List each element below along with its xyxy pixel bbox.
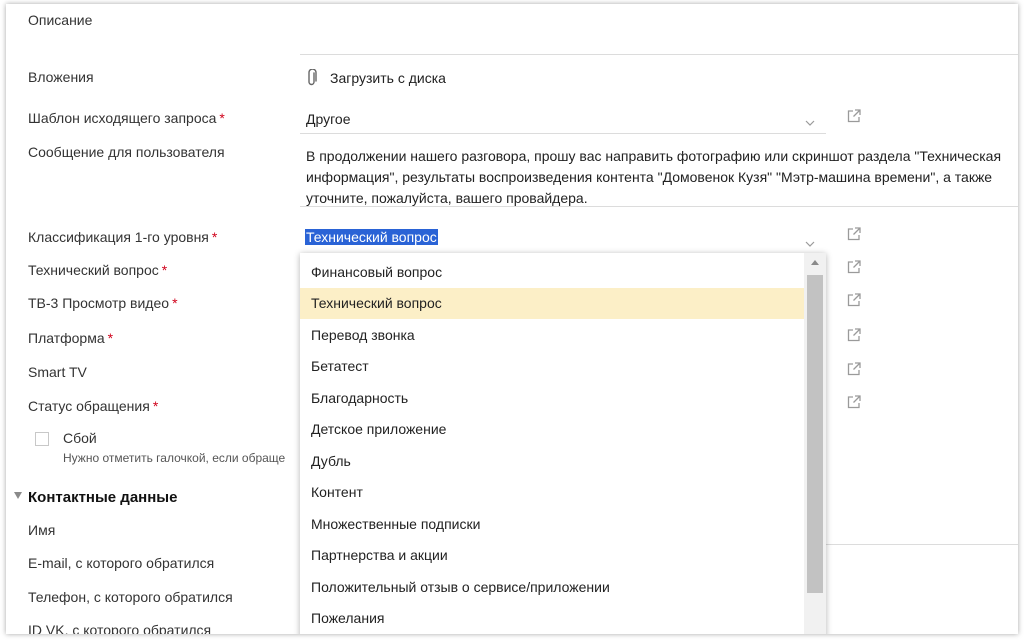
failure-checkbox[interactable] [35, 432, 49, 446]
upload-label: Загрузить с диска [330, 70, 446, 86]
dropdown-option[interactable]: Положительный отзыв о сервисе/приложении [300, 572, 804, 603]
form-window: Описание Вложения Загрузить с диска Шабл… [6, 4, 1018, 634]
message-divider [300, 206, 1018, 207]
dropdown-option[interactable]: Дубль [300, 446, 804, 477]
dropdown-option[interactable]: Бетатест [300, 351, 804, 382]
external-link-icon[interactable] [846, 327, 862, 343]
dropdown-option[interactable]: Перевод звонка [300, 320, 804, 351]
class1-label: Классификация 1-го уровня * [28, 229, 218, 245]
failure-label: Сбой [63, 430, 97, 446]
attachments-label: Вложения [28, 69, 94, 85]
dropdown-option[interactable]: Детское приложение [300, 414, 804, 445]
tech-question-label: Технический вопрос * [28, 262, 168, 278]
contacts-divider [826, 544, 1018, 545]
description-label: Описание [28, 12, 93, 28]
email-label: E-mail, с которого обратился [28, 555, 215, 571]
scrollbar-thumb[interactable] [807, 275, 823, 593]
dropdown-option[interactable]: Финансовый вопрос [300, 257, 804, 288]
class1-value: Технический вопрос [305, 229, 438, 245]
dropdown-option-highlighted[interactable]: Технический вопрос [300, 288, 804, 319]
external-link-icon[interactable] [846, 259, 862, 275]
tv3-label: ТВ-3 Просмотр видео * [28, 295, 178, 311]
dropdown-option[interactable]: Множественные подписки [300, 509, 804, 540]
dropdown-option[interactable]: Партнерства и акции [300, 540, 804, 571]
failure-hint: Нужно отметить галочкой, если обраще [63, 451, 286, 465]
template-value: Другое [306, 111, 351, 127]
chevron-down-icon [805, 115, 815, 126]
template-select[interactable]: Другое [300, 104, 826, 134]
status-label: Статус обращения * [28, 398, 159, 414]
external-link-icon[interactable] [846, 226, 862, 242]
external-link-icon[interactable] [846, 394, 862, 410]
contacts-section-title[interactable]: Контактные данные [28, 489, 177, 506]
dropdown-option[interactable]: Контент [300, 477, 804, 508]
vk-label: ID VK, с которого обратился [28, 622, 212, 634]
dropdown-scrollbar[interactable] [804, 253, 826, 634]
message-label: Сообщение для пользователя [28, 144, 225, 160]
chevron-down-icon [805, 236, 815, 247]
template-label: Шаблон исходящего запроса * [28, 110, 225, 126]
external-link-icon[interactable] [846, 292, 862, 308]
class1-dropdown-list[interactable]: Финансовый вопрос Технический вопрос Пер… [300, 253, 826, 634]
class1-select[interactable]: Технический вопрос [300, 224, 826, 252]
triangle-down-icon[interactable] [14, 492, 22, 499]
platform-label: Платформа * [28, 330, 114, 346]
phone-label: Телефон, с которого обратился [28, 589, 233, 605]
message-text[interactable]: В продолжении нашего разговора, прошу ва… [306, 146, 1006, 209]
external-link-icon[interactable] [846, 108, 862, 124]
dropdown-option[interactable]: Благодарность [300, 383, 804, 414]
smart-tv-label: Smart TV [28, 364, 87, 380]
description-divider [300, 54, 1018, 55]
name-label: Имя [28, 522, 56, 538]
paperclip-icon [306, 68, 320, 87]
arrow-up-icon[interactable] [804, 253, 826, 273]
external-link-icon[interactable] [846, 361, 862, 377]
dropdown-option[interactable]: Пожелания [300, 603, 804, 634]
template-underline [300, 133, 826, 134]
